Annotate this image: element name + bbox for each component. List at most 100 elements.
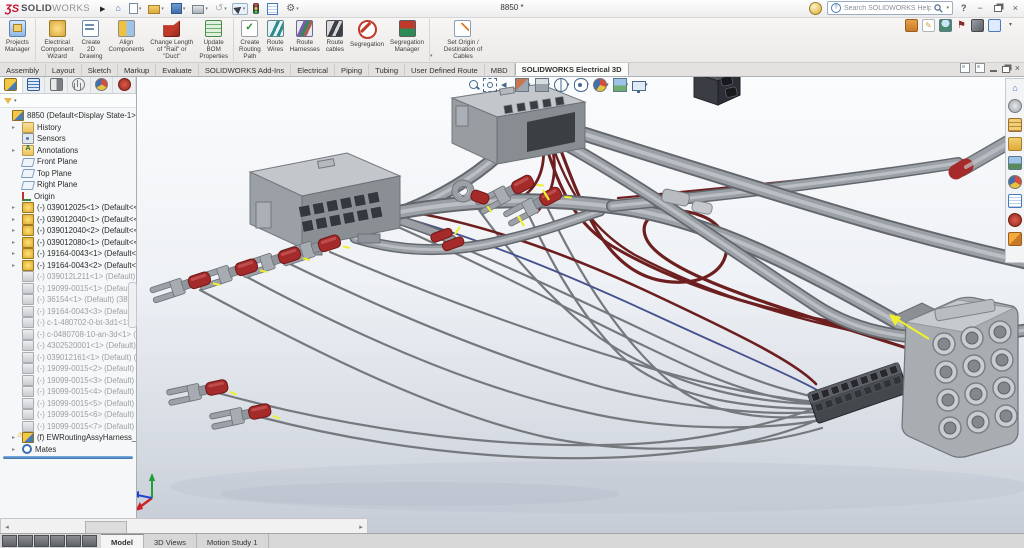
flag-icon[interactable]: ⚑ [956, 20, 967, 31]
dimxpert-manager-tab[interactable] [68, 76, 91, 93]
electrical-manager-tab[interactable] [113, 76, 136, 93]
tree-item[interactable]: Top Plane [0, 168, 136, 180]
window-thumbnail2-icon[interactable] [975, 63, 985, 73]
document-tab[interactable]: 3D Views [144, 534, 197, 548]
window-close-button[interactable]: × [1015, 64, 1020, 72]
command-tab[interactable]: Tubing [369, 64, 405, 76]
tree-item[interactable]: (-) 039012025<1> (Default<<Default [0, 202, 136, 214]
login-icon[interactable] [809, 2, 822, 15]
tree-item[interactable]: Annotations [0, 145, 136, 157]
search-caret-icon[interactable]: ▾ [946, 5, 949, 11]
tree-item[interactable]: (-) c-1-480702-0-bt-3d1<1> (Default [0, 317, 136, 329]
panel-toggle-icon[interactable] [988, 19, 1001, 32]
tree-item[interactable]: (-) 36154<1> (Default) (38) [0, 294, 136, 306]
window-restore-button[interactable] [1002, 66, 1010, 73]
expand-arrow-icon[interactable] [12, 262, 20, 269]
tree-item[interactable]: Front Plane [0, 156, 136, 168]
expand-arrow-icon[interactable] [12, 250, 20, 257]
propertymanager-tab[interactable] [23, 76, 46, 93]
rebuild-button[interactable] [251, 2, 262, 15]
command-tab[interactable]: Assembly [0, 64, 46, 76]
edit-appearance-icon[interactable]: ▾ [593, 78, 609, 92]
section-view-icon[interactable]: ▾ [515, 78, 531, 92]
command-tab[interactable]: Layout [46, 64, 82, 76]
tree-item[interactable]: (f) EWRoutingAssyHarness_H8( [0, 432, 136, 444]
new-document-button[interactable]: ▾ [127, 2, 144, 15]
search-icon[interactable] [934, 4, 943, 13]
tree-filter-row[interactable]: ▾ [0, 94, 136, 108]
tree-item[interactable]: (-) 039012040<1> (Default<<Default [0, 214, 136, 226]
new-motion-study-button[interactable] [82, 535, 97, 547]
tree-item[interactable]: (-) 039012L211<1> (Default) (36) [0, 271, 136, 283]
open-button[interactable]: ▾ [146, 2, 166, 15]
expand-arrow-icon[interactable] [12, 124, 20, 131]
tree-item[interactable]: Sensors [0, 133, 136, 145]
command-tab[interactable]: MBD [485, 64, 515, 76]
tree-item[interactable]: (-) c-0480708-10-an-3d<1> (Default [0, 329, 136, 341]
first-tab-button[interactable] [2, 535, 17, 547]
appearances-scenes-icon[interactable] [1008, 175, 1022, 189]
expand-arrow-icon[interactable] [12, 227, 20, 234]
expand-arrow-icon[interactable] [12, 147, 20, 154]
set-origin-destination-button[interactable]: Set Origin / Destination of Cables [429, 19, 494, 61]
create-2d-drawing-button[interactable]: Create 2D Drawing [76, 19, 105, 61]
tree-item[interactable]: (-) 19099-0015<6> (Default) (56) [0, 409, 136, 421]
3d-viewport[interactable] [136, 76, 1024, 533]
align-components-button[interactable]: Align Components [106, 19, 148, 54]
solidworks-forum-icon[interactable] [1008, 213, 1022, 227]
menu-expand-arrow[interactable]: ▶ [100, 5, 105, 13]
chevron-down-icon[interactable]: ▾ [1005, 20, 1016, 31]
expand-arrow-icon[interactable] [12, 216, 20, 223]
prev-tab-button[interactable] [18, 535, 33, 547]
document-tab[interactable]: Model [101, 534, 144, 548]
zoom-fit-icon[interactable] [468, 79, 479, 91]
command-tab[interactable]: Sketch [82, 64, 118, 76]
select-button[interactable]: ▾ [232, 3, 249, 15]
route-cables-button[interactable]: Route cables [323, 19, 347, 54]
tools-icon[interactable] [971, 19, 984, 32]
segregation-button[interactable]: Segregation [347, 19, 387, 49]
search-box[interactable]: ? Search SOLIDWORKS Help ▾ [827, 1, 953, 15]
display-manager-tab[interactable] [91, 76, 114, 93]
command-tab[interactable]: SOLIDWORKS Electrical 3D [515, 62, 629, 76]
command-tab[interactable]: SOLIDWORKS Add-Ins [199, 64, 291, 76]
document-tab[interactable]: Motion Study 1 [197, 534, 269, 548]
connector-12pin[interactable] [894, 297, 1018, 457]
tree-item[interactable]: 8850 (Default<Display State-1>) [0, 110, 136, 122]
design-library-icon[interactable] [1008, 118, 1022, 132]
command-tab[interactable]: Evaluate [156, 64, 199, 76]
tab-list-button[interactable] [34, 535, 49, 547]
scroll-left-arrow[interactable]: ◂ [1, 523, 13, 531]
tree-item[interactable]: (-) 19099-0015<2> (Default) (52) [0, 363, 136, 375]
tree-item[interactable]: (-) 039012040<2> (Default<<Default [0, 225, 136, 237]
help-button[interactable]: ? [958, 3, 970, 13]
panel-splitter-handle[interactable] [128, 282, 137, 328]
expand-arrow-icon[interactable] [12, 204, 20, 211]
command-tab[interactable]: Markup [118, 64, 156, 76]
close-button[interactable]: × [1010, 3, 1021, 13]
view-orientation-icon[interactable]: ▾ [535, 78, 551, 92]
custom-properties-icon[interactable] [1008, 194, 1022, 208]
zoom-area-icon[interactable] [483, 78, 496, 92]
tree-item[interactable]: (-) 19164-0043<2> (Default<<Defau [0, 260, 136, 272]
change-length-button[interactable]: Change Length of "Rail" or "Duct" [147, 19, 196, 61]
expand-arrow-icon[interactable] [12, 239, 20, 246]
window-minimize-button[interactable] [990, 64, 997, 72]
configuration-manager-tab[interactable] [45, 76, 68, 93]
tree-item[interactable]: Right Plane [0, 179, 136, 191]
create-routing-path-button[interactable]: Create Routing Path [233, 19, 264, 61]
user-icon[interactable] [939, 19, 952, 32]
tree-item[interactable]: Origin [0, 191, 136, 203]
electrical-routing-icon[interactable] [1008, 232, 1022, 246]
filter-caret-icon[interactable]: ▾ [14, 98, 17, 104]
route-harnesses-button[interactable]: Route Harnesses [287, 19, 323, 54]
display-style-icon[interactable]: ▾ [554, 78, 570, 92]
tree-item[interactable]: (-) 19164-0043<1> (Default<<Defau [0, 248, 136, 260]
file-explorer-icon[interactable] [1008, 137, 1022, 151]
projects-manager-button[interactable]: Projects Manager [2, 19, 33, 54]
undo-button[interactable]: ↺▾ [213, 3, 229, 14]
minimize-button[interactable]: − [974, 3, 985, 13]
home-tab-icon[interactable]: ⌂ [1009, 82, 1021, 94]
update-bom-properties-button[interactable]: Update BOM Properties [196, 19, 231, 61]
window-thumbnail-icon[interactable] [960, 63, 970, 73]
